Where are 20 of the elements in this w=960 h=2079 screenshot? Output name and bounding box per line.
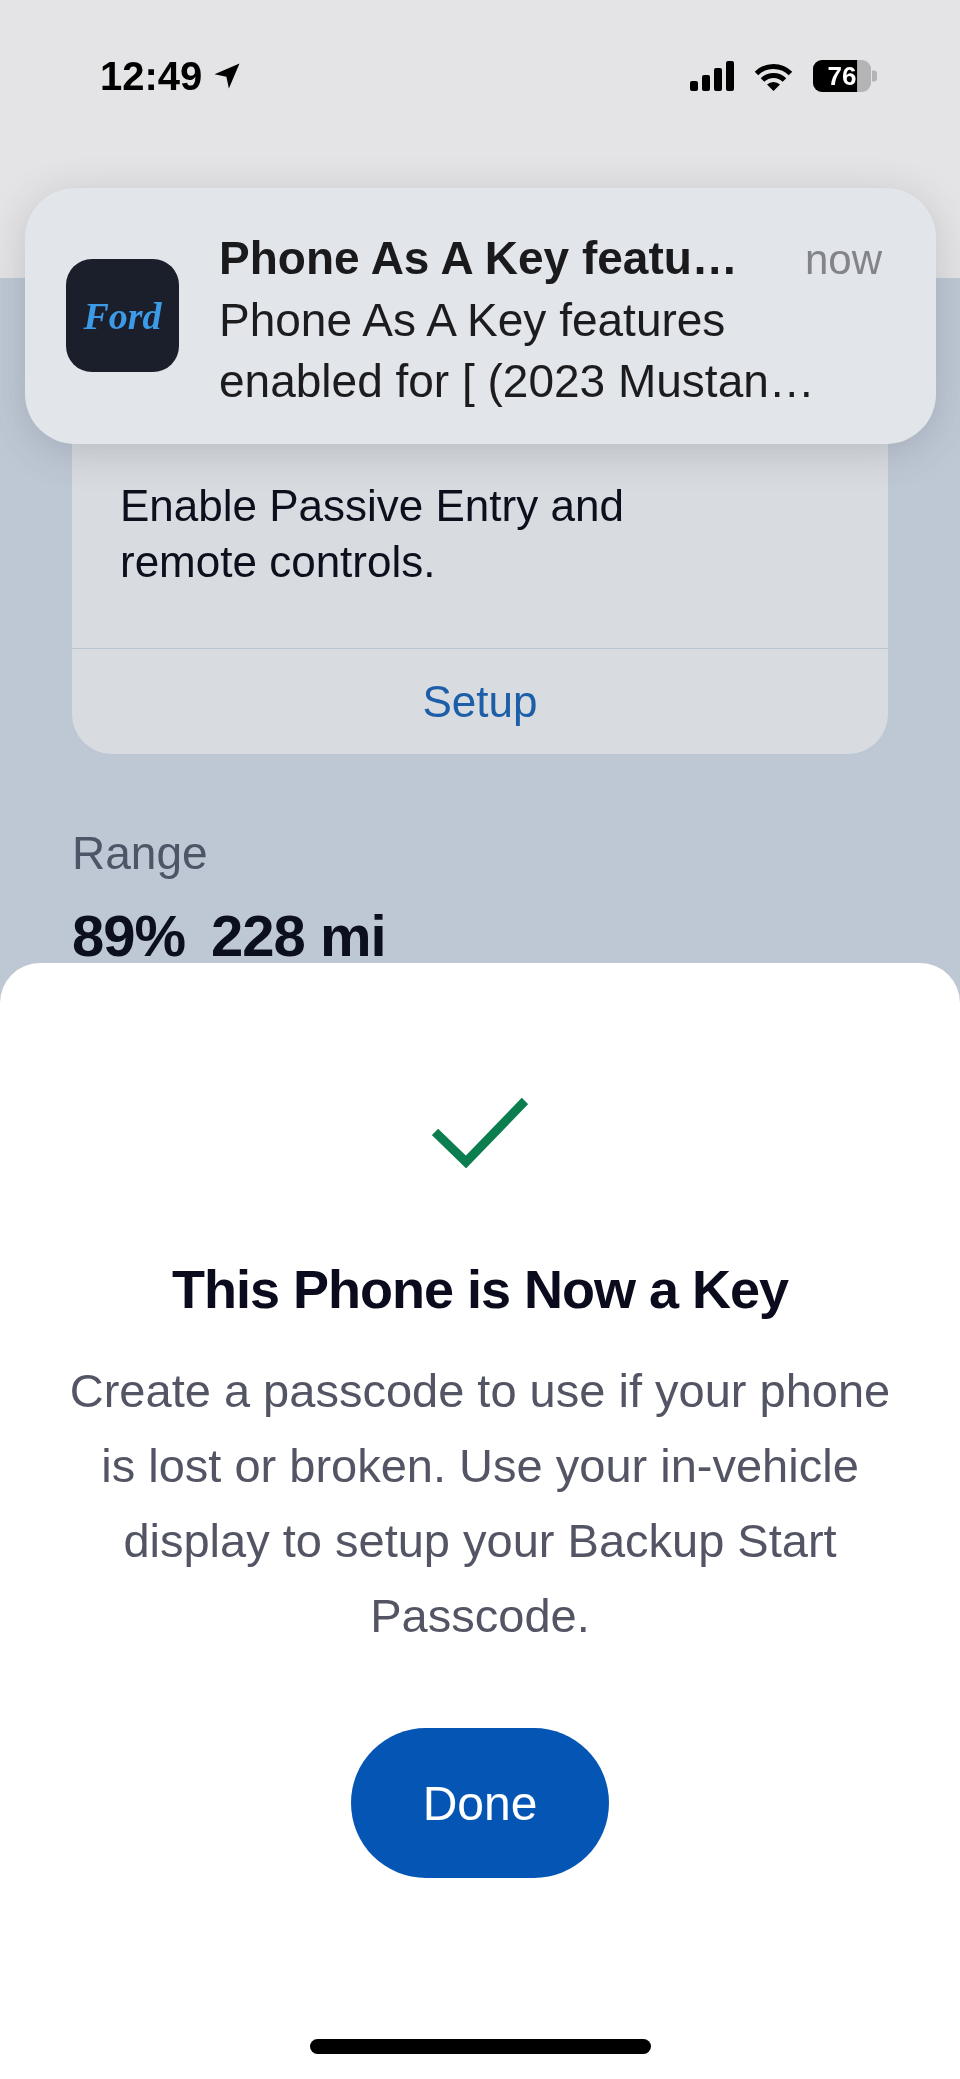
battery-icon	[813, 60, 877, 92]
sheet-title: This Phone is Now a Key	[171, 1258, 789, 1320]
battery-percentage: 76	[827, 64, 857, 88]
status-time: 12:49	[100, 53, 203, 100]
signal-icon	[690, 61, 735, 91]
notification-body: Phone As A Key features enabled for [ (2023 Mustan…	[219, 293, 816, 409]
app-logo: Ford	[83, 293, 162, 338]
home-indicator[interactable]	[309, 2039, 651, 2054]
sheet-message: Create a passcode to use if your phone is lost or broken. Use your in-vehicle display to setup your Backup Start Passcode.	[68, 1363, 892, 1644]
wifi-icon	[753, 61, 794, 91]
card-description: Enable Passive Entry and remote controls.	[120, 480, 625, 588]
charge-percentage: 89%	[72, 903, 186, 969]
notification-title: Phone As A Key featu…	[219, 231, 738, 286]
range-label: Range	[72, 826, 208, 881]
range-distance: 228 mi	[211, 903, 386, 969]
notification-time: now	[804, 235, 882, 285]
checkmark-icon	[432, 1096, 528, 1168]
notification-banner[interactable]: Ford Phone As A Key featu… now Phone As A Key features enabled for [ (2023 Mustan…	[25, 188, 936, 444]
done-button[interactable]: Done	[351, 1728, 609, 1878]
setup-link[interactable]: Setup	[414, 671, 546, 732]
